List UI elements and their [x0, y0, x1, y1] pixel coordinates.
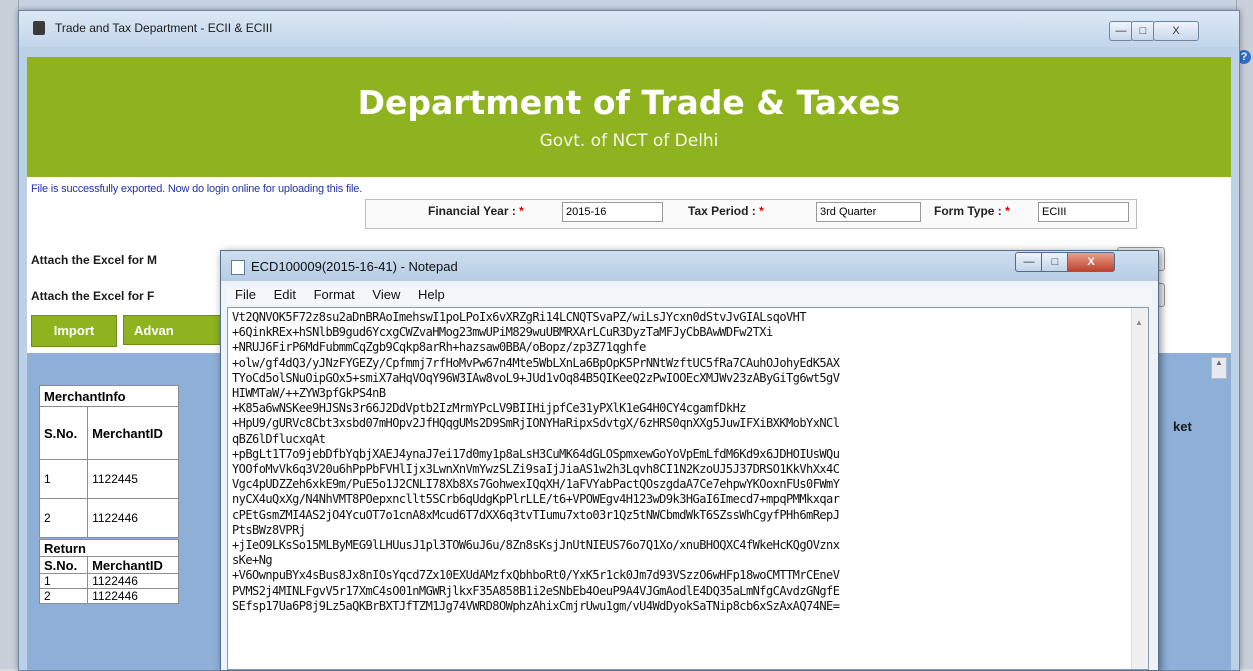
- table-row[interactable]: 2 1122446: [38, 498, 179, 538]
- cell-merchant-id: 1122446: [87, 588, 179, 604]
- menu-file[interactable]: File: [235, 287, 256, 302]
- table-row[interactable]: 1 1122445: [38, 459, 179, 499]
- form-type-select[interactable]: ECIII: [1038, 202, 1129, 222]
- merchant-info-title: MerchantInfo: [39, 385, 179, 407]
- page-title: Department of Trade & Taxes: [357, 83, 901, 122]
- status-message: File is successfully exported. Now do lo…: [31, 183, 363, 195]
- import-button[interactable]: Import: [31, 315, 117, 347]
- merchant-info-table: MerchantInfo S.No. MerchantID 1 1122445 …: [38, 385, 179, 538]
- col-sno: S.No.: [38, 406, 89, 460]
- table-row[interactable]: 1 1122446: [38, 573, 179, 589]
- close-button[interactable]: X: [1153, 21, 1199, 41]
- notepad-title: ECD100009(2015-16-41) - Notepad: [251, 259, 458, 274]
- notepad-window: ECD100009(2015-16-41) - Notepad — □ X Fi…: [220, 250, 1159, 671]
- attach-excel-label-1: Attach the Excel for M: [31, 253, 158, 267]
- maximize-button[interactable]: □: [1131, 21, 1155, 41]
- notepad-maximize-button[interactable]: □: [1041, 252, 1069, 272]
- grid-scroll-up[interactable]: ▲: [1211, 357, 1227, 379]
- notepad-content: Vt2QNVOK5F72z8su2aDnBRAoImehswI1poLPoIx6…: [232, 310, 840, 613]
- scroll-up-icon[interactable]: ▲: [1135, 318, 1143, 327]
- header-banner: Department of Trade & Taxes Govt. of NCT…: [27, 57, 1231, 177]
- notepad-icon: [231, 260, 245, 275]
- notepad-menubar: File Edit Format View Help: [227, 287, 1152, 305]
- page-subtitle: Govt. of NCT of Delhi: [539, 131, 719, 151]
- minimize-button[interactable]: —: [1109, 21, 1133, 41]
- lock-icon: [33, 21, 45, 35]
- notepad-text-area[interactable]: Vt2QNVOK5F72z8su2aDnBRAoImehswI1poLPoIx6…: [227, 307, 1149, 670]
- cell-sno: 1: [38, 573, 89, 589]
- return-table: Return S.No. MerchantID 1 1122446 2 1122…: [38, 539, 179, 604]
- filter-panel: Financial Year : * 2015-16 Tax Period : …: [365, 199, 1137, 229]
- cell-merchant-id: 1122446: [87, 573, 179, 589]
- notepad-close-button[interactable]: X: [1067, 252, 1115, 272]
- cell-sno: 1: [38, 459, 89, 499]
- financial-year-label: Financial Year : *: [428, 204, 524, 218]
- notepad-titlebar[interactable]: ECD100009(2015-16-41) - Notepad — □ X: [221, 251, 1158, 281]
- col-merchant-id: MerchantID: [87, 406, 179, 460]
- attach-excel-label-2: Attach the Excel for F: [31, 289, 155, 303]
- form-type-label: Form Type : *: [934, 204, 1010, 218]
- cell-merchant-id: 1122446: [87, 498, 179, 538]
- return-title: Return: [39, 539, 179, 557]
- cell-sno: 2: [38, 498, 89, 538]
- col-sno: S.No.: [38, 556, 89, 574]
- cell-merchant-id: 1122445: [87, 459, 179, 499]
- notepad-scrollbar[interactable]: ▲: [1131, 308, 1148, 669]
- cell-sno: 2: [38, 588, 89, 604]
- financial-year-select[interactable]: 2015-16: [562, 202, 663, 222]
- menu-edit[interactable]: Edit: [274, 287, 296, 302]
- word-left-ruler: [0, 0, 19, 669]
- tax-period-select[interactable]: 3rd Quarter: [816, 202, 921, 222]
- clipped-column-header: ket: [1173, 419, 1192, 434]
- menu-help[interactable]: Help: [418, 287, 445, 302]
- menu-view[interactable]: View: [372, 287, 400, 302]
- table-row[interactable]: 2 1122446: [38, 588, 179, 604]
- trade-window-titlebar[interactable]: Trade and Tax Department - ECII & ECIII …: [19, 11, 1239, 47]
- tax-period-label: Tax Period : *: [688, 204, 764, 218]
- col-merchant-id: MerchantID: [87, 556, 179, 574]
- trade-window-title: Trade and Tax Department - ECII & ECIII: [55, 21, 273, 35]
- menu-format[interactable]: Format: [314, 287, 355, 302]
- notepad-minimize-button[interactable]: —: [1015, 252, 1043, 272]
